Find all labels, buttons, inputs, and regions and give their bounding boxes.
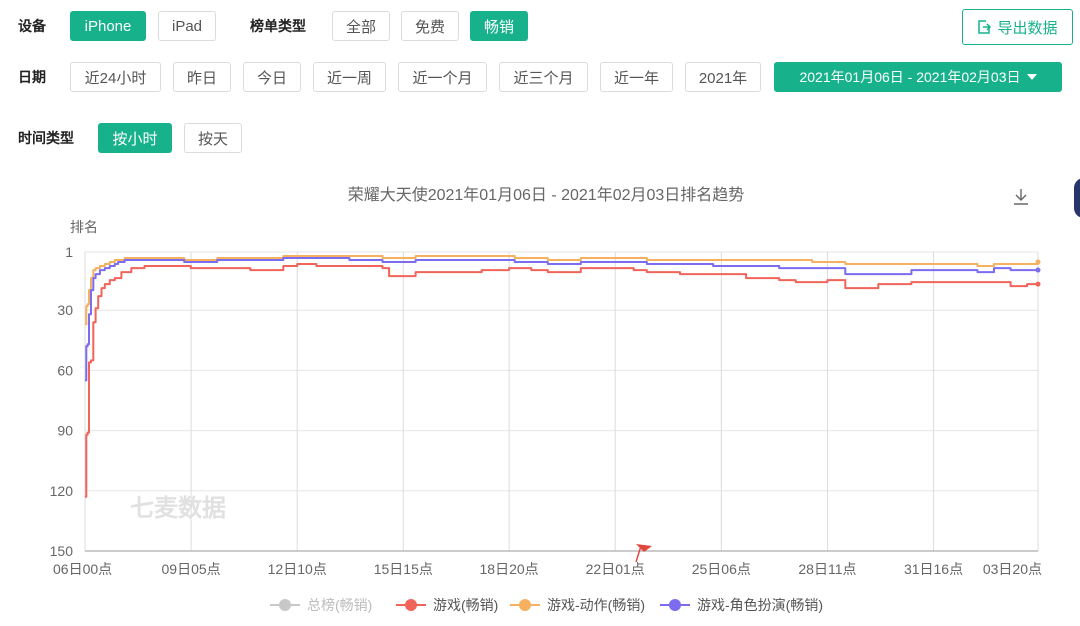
x-tick-label: 25日06点: [692, 561, 751, 577]
date-row: 日期 近24小时 昨日 今日 近一周 近一个月 近三个月 近一年 2021年 2…: [18, 62, 1062, 92]
x-tick-label: 31日16点: [904, 561, 963, 577]
device-label: 设备: [18, 18, 46, 34]
series-endpoint: [1035, 281, 1041, 287]
legend-label: 游戏-动作(畅销): [547, 597, 645, 613]
legend-item[interactable]: 游戏-角色扮演(畅销): [660, 597, 823, 613]
flag-marker-icon: [635, 544, 652, 563]
x-tick-label: 09日05点: [162, 561, 221, 577]
x-tick-label: 28日11点: [798, 561, 856, 577]
export-data-button[interactable]: 导出数据: [962, 9, 1073, 45]
legend-label: 总榜(畅销): [307, 597, 372, 613]
chart-title: 荣耀大天使2021年01月06日 - 2021年02月03日排名趋势: [348, 186, 745, 204]
list-type-all-button[interactable]: 全部: [332, 11, 390, 41]
y-axis-label: 排名: [70, 219, 98, 235]
legend-label: 游戏(畅销): [433, 597, 498, 613]
date-yesterday-button[interactable]: 昨日: [173, 62, 231, 92]
series-line[interactable]: [85, 255, 1039, 326]
y-tick-label: 120: [50, 483, 74, 499]
export-label: 导出数据: [997, 19, 1058, 37]
y-tick-label: 60: [57, 362, 73, 378]
export-icon: [978, 20, 992, 34]
legend-item[interactable]: 游戏(畅销): [396, 597, 498, 613]
list-type-label: 榜单类型: [250, 18, 306, 34]
y-tick-label: 150: [50, 543, 74, 559]
date-month-button[interactable]: 近一个月: [398, 62, 487, 92]
x-tick-label: 15日15点: [374, 561, 433, 577]
list-type-grossing-button[interactable]: 畅销: [470, 11, 528, 41]
x-tick-label: 18日20点: [480, 561, 539, 577]
y-tick-label: 30: [57, 302, 73, 318]
series-endpoint: [1035, 267, 1041, 273]
x-tick-label: 22日01点: [586, 561, 645, 577]
date-3months-button[interactable]: 近三个月: [499, 62, 588, 92]
date-2021-button[interactable]: 2021年: [685, 62, 761, 92]
y-tick-label: 1: [65, 244, 73, 260]
x-tick-label: 03日20点: [983, 561, 1042, 577]
x-tick-label: 12日10点: [268, 561, 327, 577]
x-tick-label: 06日00点: [53, 561, 112, 577]
list-type-free-button[interactable]: 免费: [401, 11, 459, 41]
series-endpoint: [1035, 259, 1041, 265]
y-tick-label: 90: [57, 423, 73, 439]
device-ipad-button[interactable]: iPad: [158, 11, 216, 41]
download-icon[interactable]: [1014, 189, 1028, 205]
date-today-button[interactable]: 今日: [243, 62, 301, 92]
watermark: 七麦数据: [130, 495, 226, 522]
date-year-button[interactable]: 近一年: [600, 62, 673, 92]
legend-item[interactable]: 总榜(畅销): [270, 597, 372, 613]
time-type-label: 时间类型: [18, 130, 74, 146]
date-range-value: 2021年01月06日 - 2021年02月03日: [799, 69, 1021, 85]
date-label: 日期: [18, 69, 46, 85]
device-iphone-button[interactable]: iPhone: [70, 11, 146, 41]
date-range-picker[interactable]: 2021年01月06日 - 2021年02月03日: [774, 62, 1062, 92]
time-type-daily-button[interactable]: 按天: [184, 123, 242, 153]
device-row: 设备 iPhone iPad 榜单类型 全部 免费 畅销: [18, 11, 528, 41]
series-line[interactable]: [85, 263, 1038, 498]
series-line[interactable]: [85, 257, 1038, 382]
time-type-row: 时间类型 按小时 按天: [18, 123, 242, 153]
legend-item[interactable]: 游戏-动作(畅销): [510, 597, 645, 613]
time-type-hourly-button[interactable]: 按小时: [98, 123, 172, 153]
date-24h-button[interactable]: 近24小时: [70, 62, 161, 92]
date-week-button[interactable]: 近一周: [313, 62, 386, 92]
rank-trend-chart: 荣耀大天使2021年01月06日 - 2021年02月03日排名趋势 排名 七麦…: [50, 186, 1042, 613]
legend-label: 游戏-角色扮演(畅销): [697, 597, 823, 613]
caret-down-icon: [1026, 74, 1037, 80]
